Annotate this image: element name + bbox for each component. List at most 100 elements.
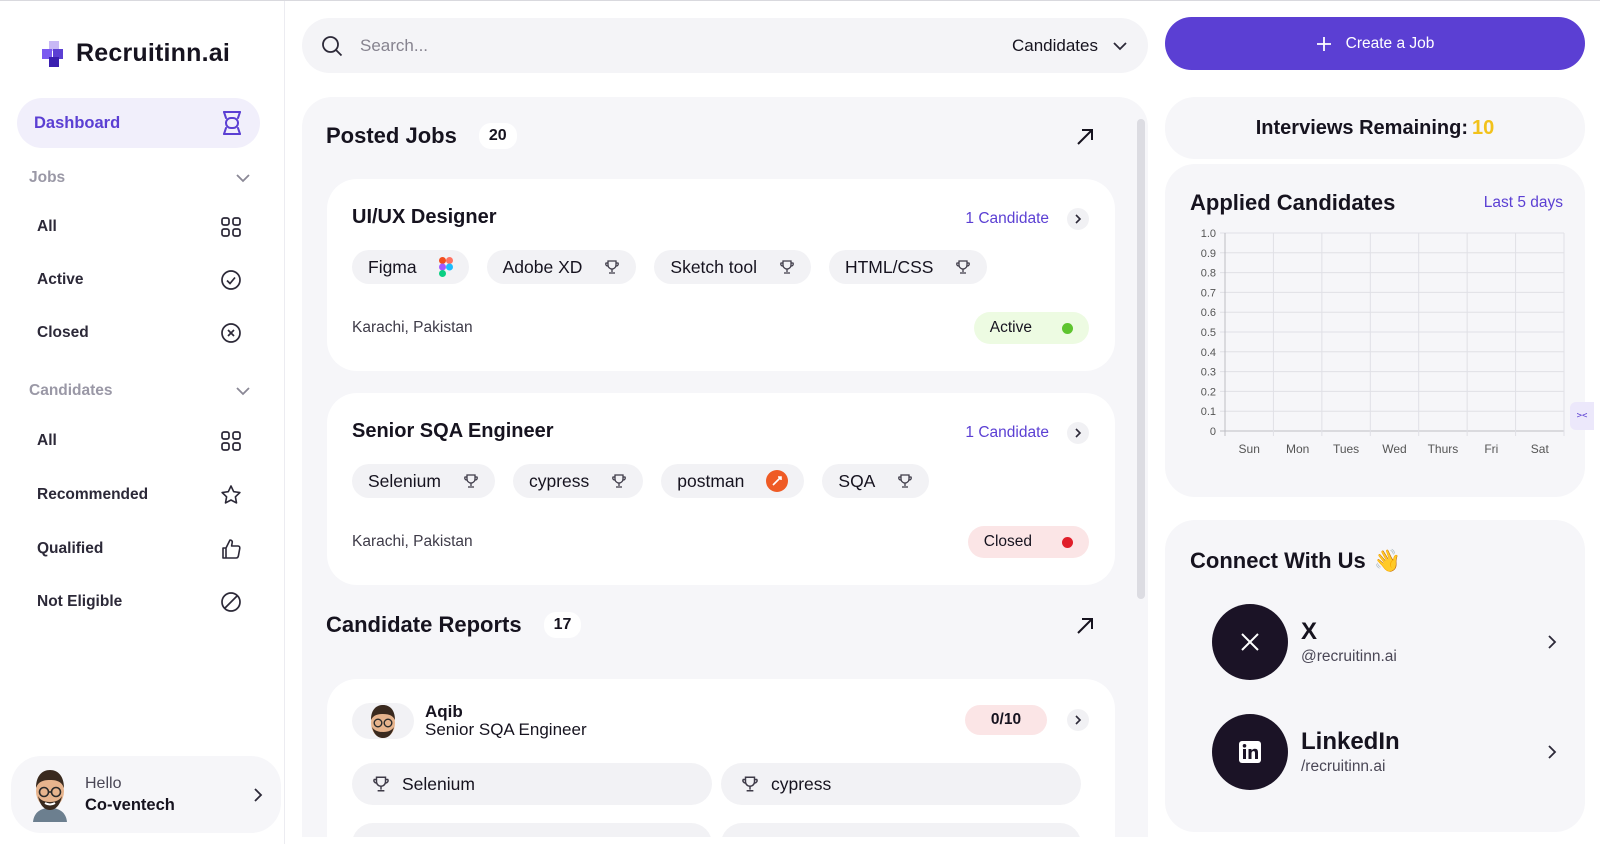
trophy-icon xyxy=(780,260,794,274)
ban-icon xyxy=(219,590,243,614)
applied-candidates-chart: 1.0 0.9 0.8 0.7 0.6 0.5 0.4 0.3 0.2 0.1 0 Sun Mon Tue… xyxy=(1201,228,1565,456)
x-circle-icon xyxy=(219,321,243,345)
skill-tag[interactable]: postman xyxy=(661,464,805,498)
search-scope-value: Candidates xyxy=(1011,35,1098,55)
status-dot xyxy=(1062,322,1073,334)
candidate-skill[interactable]: cypress xyxy=(721,763,1081,805)
y-tick-label: 0.8 xyxy=(1201,268,1216,280)
job-card[interactable]: UI/UX Designer 1 Candidate Figma Adobe X… xyxy=(327,179,1115,371)
candidates-section-label: Candidates xyxy=(29,382,113,399)
candidate-skill-label: cypress xyxy=(771,773,832,794)
linkedin-icon xyxy=(1212,714,1288,790)
chevron-right-icon xyxy=(1067,208,1089,230)
candidate-skill[interactable]: Selenium xyxy=(352,763,712,805)
logo[interactable]: Recruitinn.ai xyxy=(40,39,230,68)
skill-tag-label: postman xyxy=(677,470,745,491)
sidebar-item-label: All xyxy=(37,432,57,449)
trophy-icon xyxy=(742,776,758,792)
candidate-skill[interactable] xyxy=(721,823,1081,837)
sidebar-item-recommended[interactable]: Recommended xyxy=(37,477,243,513)
job-candidates-link[interactable]: 1 Candidate xyxy=(965,422,1089,444)
sidebar-item-not-eligible[interactable]: Not Eligible xyxy=(37,584,243,620)
grid-icon xyxy=(219,429,243,453)
avatar xyxy=(352,703,414,739)
candidates-section-header[interactable]: Candidates xyxy=(29,382,251,400)
skill-tag[interactable]: Selenium xyxy=(352,464,495,498)
scrollbar[interactable] xyxy=(1137,119,1145,599)
connect-card: Connect With Us 👋 X @recruitinn.ai Linke… xyxy=(1165,520,1585,832)
skill-tag-label: HTML/CSS xyxy=(844,256,934,277)
candidate-report-card[interactable]: Aqib Senior SQA Engineer 0/10 Selenium c… xyxy=(327,679,1115,837)
y-tick-label: 0.1 xyxy=(1201,406,1216,418)
sidebar-item-dashboard[interactable]: Dashboard xyxy=(17,98,260,148)
job-card[interactable]: Senior SQA Engineer 1 Candidate Selenium… xyxy=(327,393,1115,585)
sidebar-item-label: Not Eligible xyxy=(37,593,123,610)
y-tick-label: 0.7 xyxy=(1201,287,1216,299)
sidebar-item-qualified[interactable]: Qualified xyxy=(37,531,243,567)
x-tick-label: Fri xyxy=(1484,442,1498,456)
user-profile[interactable]: Hello Co-ventech xyxy=(11,756,281,833)
arrow-up-right-icon xyxy=(1077,129,1093,145)
connect-title-text: Connect With Us xyxy=(1190,548,1366,573)
skill-tag[interactable]: SQA xyxy=(822,464,930,498)
candidate-role: Senior SQA Engineer xyxy=(425,720,587,739)
chevron-right-icon[interactable] xyxy=(1067,709,1089,731)
sidebar-item-jobs-active[interactable]: Active xyxy=(37,262,243,298)
skill-tags: Selenium cypress postman SQA xyxy=(352,464,930,498)
social-name: LinkedIn xyxy=(1301,728,1400,755)
chevron-right-icon xyxy=(1548,635,1557,649)
chart-range-select[interactable]: Last 5 days xyxy=(1484,194,1563,212)
main-panel: Posted Jobs 20 UI/UX Designer 1 Candidat… xyxy=(302,97,1148,837)
figma-icon xyxy=(438,257,453,277)
skill-tag[interactable]: HTML/CSS xyxy=(828,250,988,284)
skill-tag[interactable]: Figma xyxy=(352,250,469,284)
skill-tag-label: Figma xyxy=(368,256,417,277)
trophy-icon xyxy=(464,474,478,488)
chevron-down-icon xyxy=(236,387,250,396)
trophy-icon xyxy=(956,260,971,274)
expand-posted-jobs-button[interactable] xyxy=(1072,124,1098,150)
job-title: Senior SQA Engineer xyxy=(352,420,554,442)
candidate-reports-header: Candidate Reports 17 xyxy=(326,612,582,638)
chevron-down-icon xyxy=(236,174,250,183)
search-scope-select[interactable]: Candidates xyxy=(1012,36,1128,56)
x-tick-label: Sun xyxy=(1239,442,1260,456)
status-badge: Closed xyxy=(967,526,1089,558)
brand-name: Recruitinn.ai xyxy=(76,39,231,67)
jobs-section-header[interactable]: Jobs xyxy=(29,169,251,187)
create-job-button[interactable]: Create a Job xyxy=(1165,17,1585,70)
job-candidates-link[interactable]: 1 Candidate xyxy=(965,208,1089,230)
expand-candidate-reports-button[interactable] xyxy=(1072,613,1098,639)
trophy-icon xyxy=(612,474,627,488)
chevron-right-icon xyxy=(254,787,263,802)
sidebar-item-jobs-all[interactable]: All xyxy=(37,209,243,245)
trophy-icon xyxy=(373,776,389,792)
avatar xyxy=(33,769,67,822)
skill-tag-label: Selenium xyxy=(368,470,441,491)
y-tick-label: 0.2 xyxy=(1201,386,1216,398)
applied-candidates-card: Applied Candidates Last 5 days 1.0 0.9 0.8… xyxy=(1165,164,1585,497)
skill-tag[interactable]: Adobe XD xyxy=(486,250,637,284)
x-tick-label: Tues xyxy=(1333,442,1359,456)
y-tick-label: 0 xyxy=(1210,426,1216,438)
dashboard-icon xyxy=(223,111,241,135)
x-tick-label: Sat xyxy=(1531,442,1550,456)
skill-tag[interactable]: Sketch tool xyxy=(654,250,811,284)
social-link-x[interactable]: X @recruitinn.ai xyxy=(1212,603,1557,681)
sidebar-item-candidates-all[interactable]: All xyxy=(37,423,243,459)
skill-tags: Figma Adobe XD Sketch tool HTML/CSS xyxy=(352,250,988,284)
side-panel-toggle[interactable]: >< xyxy=(1570,402,1594,430)
sidebar-item-jobs-closed[interactable]: Closed xyxy=(37,315,243,351)
skill-tag[interactable]: cypress xyxy=(512,464,644,498)
search-input[interactable] xyxy=(360,35,1012,56)
skill-tag-label: Sketch tool xyxy=(670,256,757,277)
status-badge: Active xyxy=(973,312,1089,344)
x-tick-label: Thurs xyxy=(1428,442,1459,456)
posted-jobs-header: Posted Jobs 20 xyxy=(326,123,517,149)
interviews-value: 10 xyxy=(1472,116,1495,139)
social-link-linkedin[interactable]: LinkedIn /recruitinn.ai xyxy=(1212,713,1557,791)
y-tick-label: 0.9 xyxy=(1201,248,1216,260)
candidate-skill[interactable] xyxy=(352,823,712,837)
wave-emoji: 👋 xyxy=(1373,548,1402,573)
chart-title: Applied Candidates xyxy=(1190,190,1396,215)
